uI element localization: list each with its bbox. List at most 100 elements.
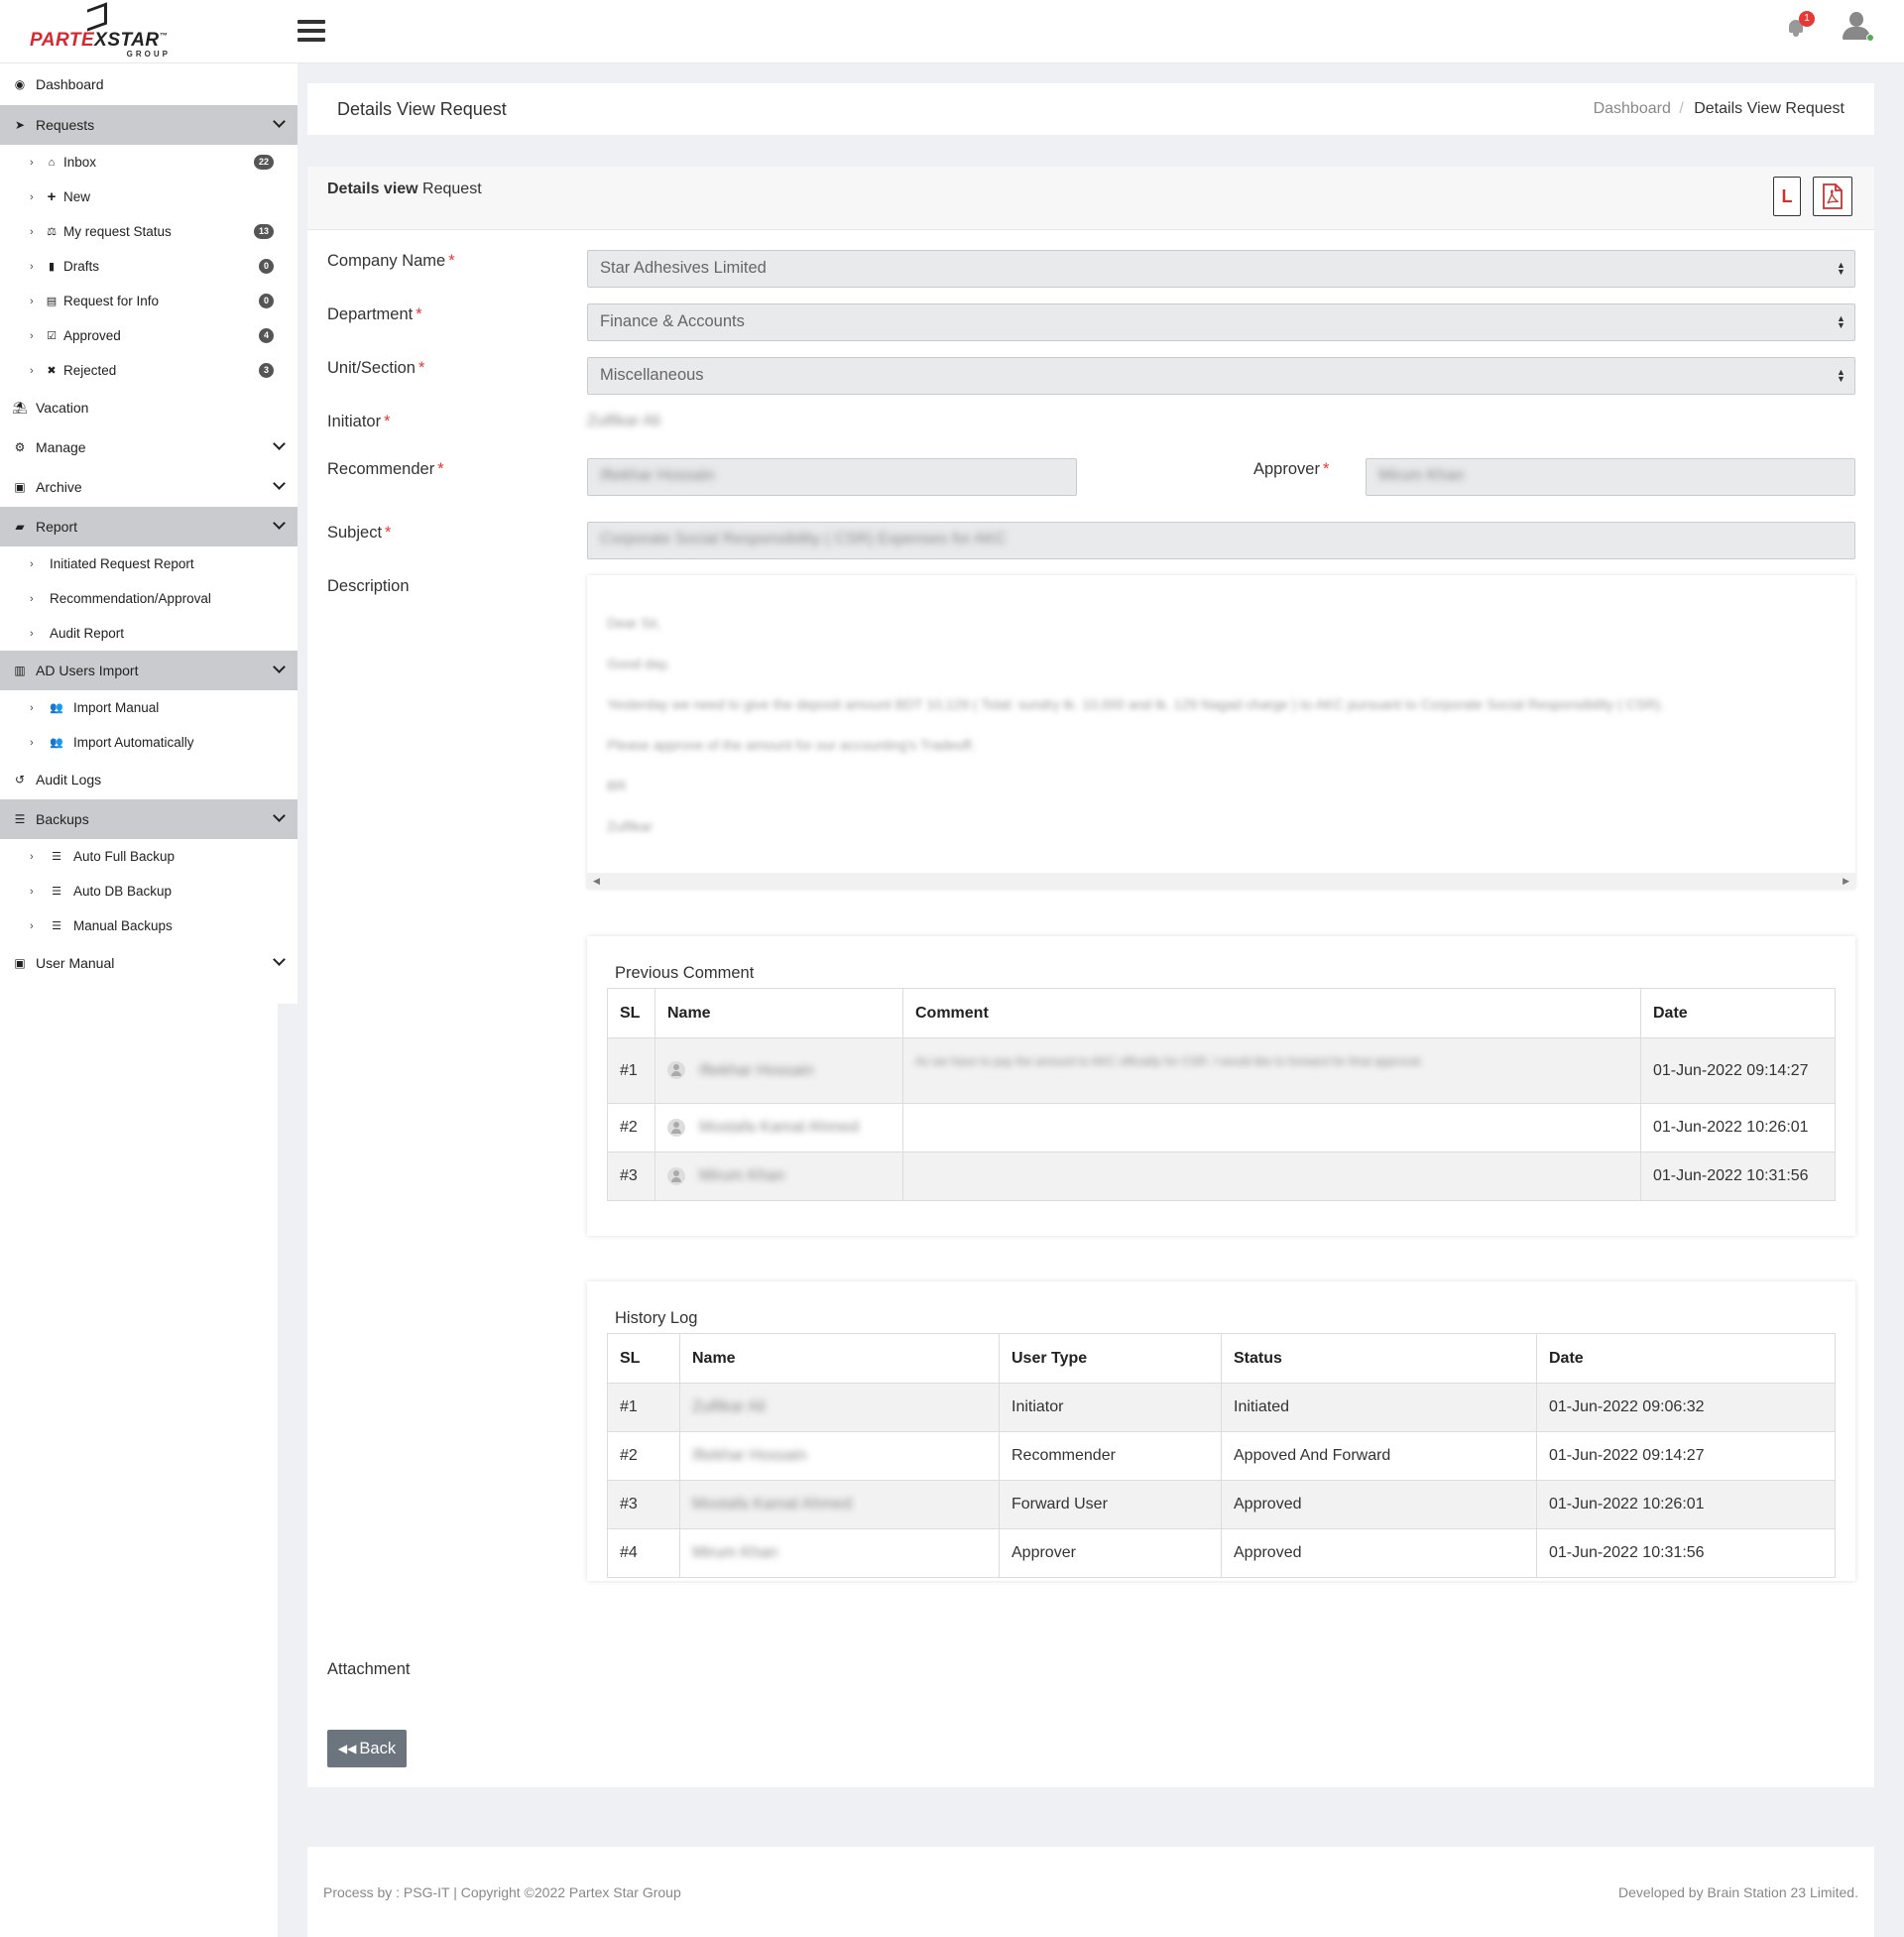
- back-button[interactable]: ◀◀ Back: [327, 1730, 407, 1767]
- sidebar-item-inbox[interactable]: › ⌂ Inbox 22: [0, 145, 298, 180]
- user-avatar-icon[interactable]: [1841, 12, 1874, 44]
- user-avatar-icon: [667, 1061, 685, 1080]
- partex-star-logo[interactable]: PARTEXSTAR™ GROUP: [28, 2, 177, 61]
- request-for-info-count-badge: 0: [259, 294, 274, 308]
- rejected-count-badge: 3: [259, 363, 274, 378]
- column-header: Status: [1221, 1333, 1537, 1384]
- sidebar-item-audit-logs[interactable]: ↺ Audit Logs: [0, 760, 298, 799]
- company-name-select[interactable]: Star Adhesives Limited ▲ ▼: [587, 250, 1855, 288]
- sidebar-item-auto-full-backup[interactable]: › ☰ Auto Full Backup: [0, 839, 298, 874]
- online-status-dot: [1866, 34, 1874, 42]
- bar-chart-icon: ▥: [14, 664, 26, 677]
- user-avatar-icon: [667, 1118, 685, 1137]
- description-line: Dear Sir,: [607, 615, 661, 631]
- card-header: Details view Request L: [307, 167, 1874, 230]
- sidebar-item-audit-report[interactable]: › Audit Report: [0, 616, 298, 651]
- sidebar-item-manual-backups[interactable]: › ☰ Manual Backups: [0, 908, 298, 943]
- sidebar-item-auto-db-backup[interactable]: › ☰ Auto DB Backup: [0, 874, 298, 908]
- sidebar-item-report[interactable]: ▰ Report: [0, 507, 298, 546]
- chevron-right-icon: ›: [30, 701, 34, 714]
- sidebar-item-my-request-status[interactable]: › ⚖ My request Status 13: [0, 214, 298, 249]
- database-icon: ☰: [14, 812, 26, 826]
- logo-group-text: GROUP: [126, 50, 171, 59]
- x-mark-icon: ✖: [47, 365, 57, 377]
- chevron-right-icon: ›: [30, 850, 34, 863]
- description-label: Description: [327, 577, 410, 595]
- sidebar-item-drafts[interactable]: › ▮ Drafts 0: [0, 249, 298, 284]
- hamburger-menu-icon[interactable]: [298, 20, 325, 44]
- sidebar-item-rejected[interactable]: › ✖ Rejected 3: [0, 353, 298, 388]
- attachment-label: Attachment: [327, 1660, 411, 1678]
- archive-box-icon: ▣: [14, 956, 26, 970]
- card-title: Details view Request: [327, 181, 482, 197]
- sidebar-item-archive[interactable]: ▣ Archive: [0, 467, 298, 507]
- sidebar-item-user-manual[interactable]: ▣ User Manual: [0, 943, 298, 983]
- sidebar-background: [0, 1004, 278, 1937]
- history-icon: ↺: [14, 773, 26, 787]
- chevron-right-icon: ›: [30, 592, 34, 605]
- users-icon: 👥: [50, 702, 63, 714]
- table-row: #1 Iftekhar Hossain As we have to pay th…: [607, 1037, 1836, 1104]
- details-card: Details view Request L Company Name * Sta…: [307, 167, 1874, 1787]
- logo-mark-icon: [87, 2, 107, 32]
- table-row: #2 Iftekhar Hossain Recommender Appoved …: [607, 1431, 1836, 1481]
- column-header: Comment: [902, 988, 1641, 1038]
- user-avatar-icon: [667, 1166, 685, 1185]
- sidebar-item-initiated-request-report[interactable]: › Initiated Request Report: [0, 546, 298, 581]
- subject-label: Subject *: [327, 524, 392, 542]
- table-row: #3 Mirum Khan 01-Jun-2022 10:31:56: [607, 1151, 1836, 1201]
- sidebar-item-dashboard[interactable]: ◉ Dashboard: [0, 63, 298, 105]
- footer-developer: Developed by Brain Station 23 Limited.: [1617, 1884, 1858, 1900]
- subject-field[interactable]: Corporate Social Responsibility ( CSR) E…: [587, 522, 1855, 559]
- initiator-label: Initiator *: [327, 413, 391, 430]
- column-header: User Type: [999, 1333, 1222, 1384]
- sidebar-item-backups[interactable]: ☰ Backups: [0, 799, 298, 839]
- scroll-right-icon[interactable]: ▶: [1843, 876, 1849, 887]
- description-line: Good day.: [607, 656, 670, 671]
- sidebar-item-request-for-info[interactable]: › ▤ Request for Info 0: [0, 284, 298, 318]
- scroll-left-icon[interactable]: ◀: [593, 876, 600, 887]
- sidebar-item-requests[interactable]: ➤ Requests: [0, 105, 298, 145]
- inbox-count-badge: 22: [254, 155, 274, 170]
- select-caret-icon: ▲ ▼: [1837, 367, 1845, 384]
- chevron-right-icon: ›: [30, 364, 34, 377]
- pdf-file-icon: [1823, 183, 1843, 209]
- sidebar-item-new[interactable]: › + New: [0, 180, 298, 214]
- sidebar-item-import-manual[interactable]: › 👥 Import Manual: [0, 690, 298, 725]
- page-title: Details View Request: [337, 99, 507, 119]
- horizontal-scrollbar[interactable]: ◀ ▶: [587, 873, 1855, 889]
- column-header: Date: [1640, 988, 1836, 1038]
- description-line: Zulfikar: [607, 818, 653, 834]
- pdf-export-button[interactable]: [1813, 177, 1852, 216]
- page-header: Details View Request Dashboard / Details…: [307, 83, 1874, 135]
- recommender-label: Recommender *: [327, 460, 444, 478]
- department-select[interactable]: Finance & Accounts ▲ ▼: [587, 303, 1855, 341]
- chevron-right-icon: ›: [30, 260, 34, 273]
- breadcrumb-current: Details View Request: [1694, 100, 1844, 117]
- table-row: #4 Mirum Khan Approver Approved 01-Jun-2…: [607, 1528, 1836, 1578]
- breadcrumb-dashboard-link[interactable]: Dashboard: [1594, 100, 1671, 117]
- table-header-row: SL Name User Type Status Date: [607, 1333, 1836, 1384]
- sidebar-item-recommendation-approval[interactable]: › Recommendation/Approval: [0, 581, 298, 616]
- history-log-title: History Log: [615, 1309, 698, 1327]
- sidebar-item-manage[interactable]: ⚙ Manage: [0, 427, 298, 467]
- plus-icon: +: [47, 188, 57, 205]
- sidebar-item-vacation[interactable]: ⛱ Vacation: [0, 388, 298, 427]
- chevron-right-icon: ›: [30, 295, 34, 307]
- file-icon: ▮: [48, 261, 56, 273]
- chevron-right-icon: ›: [30, 627, 34, 640]
- l-button[interactable]: L: [1773, 177, 1801, 216]
- unit-section-select[interactable]: Miscellaneous ▲ ▼: [587, 357, 1855, 395]
- my-request-status-count-badge: 13: [254, 224, 274, 239]
- sidebar-item-approved[interactable]: › ☑ Approved 4: [0, 318, 298, 353]
- description-editor[interactable]: Dear Sir, Good day. Yesterday we need to…: [587, 575, 1855, 889]
- sidebar: ◉ Dashboard ➤ Requests › ⌂ Inbox 22 › + New › ⚖ M…: [0, 63, 298, 1004]
- recommender-field[interactable]: Iftekhar Hossain: [587, 458, 1077, 496]
- approver-field[interactable]: Mirum Khan: [1366, 458, 1855, 496]
- sidebar-item-ad-users-import[interactable]: ▥ AD Users Import: [0, 651, 298, 690]
- column-header: Name: [654, 988, 903, 1038]
- backward-icon: ◀◀: [337, 1742, 357, 1755]
- column-header: Date: [1536, 1333, 1836, 1384]
- description-line: Please approve of the amount for our acc…: [607, 737, 976, 753]
- sidebar-item-import-automatically[interactable]: › 👥 Import Automatically: [0, 725, 298, 760]
